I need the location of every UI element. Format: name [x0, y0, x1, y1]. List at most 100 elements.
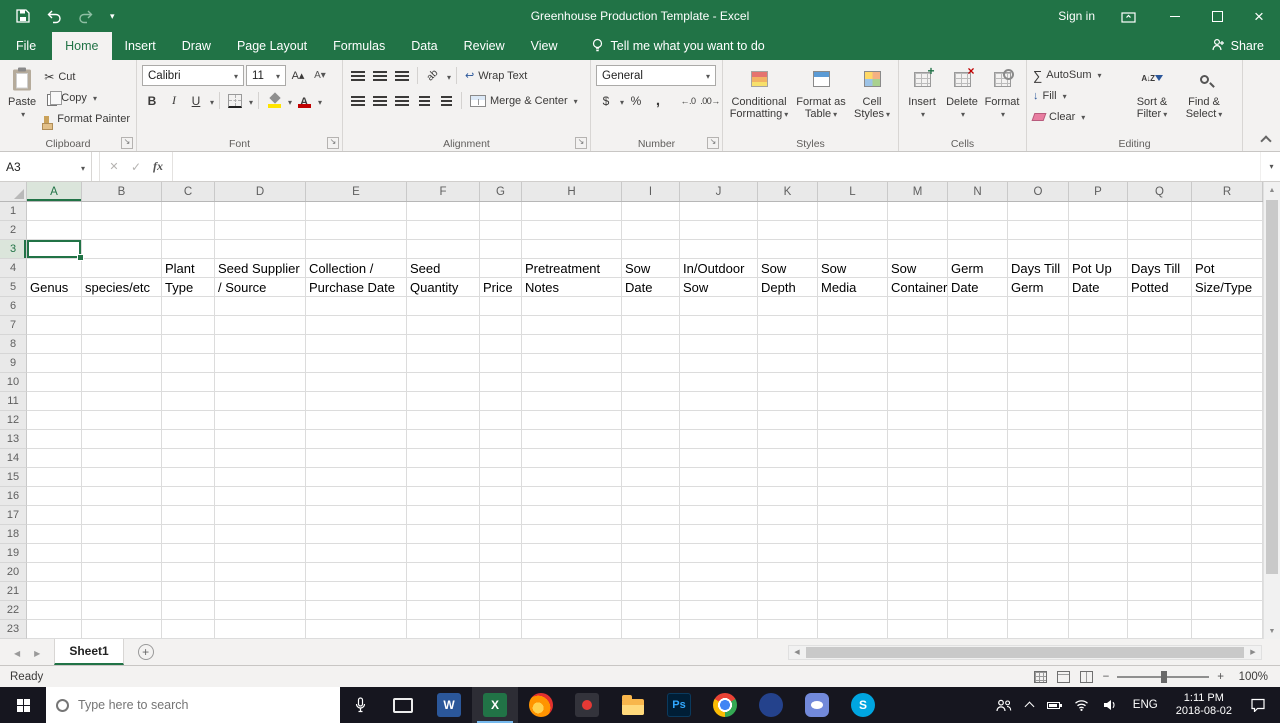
cell-H2[interactable] [522, 221, 622, 240]
undo-icon[interactable] [46, 9, 62, 24]
cell-E7[interactable] [306, 316, 407, 335]
tab-insert[interactable]: Insert [112, 32, 169, 60]
col-header-F[interactable]: F [407, 182, 480, 201]
cell-F9[interactable] [407, 354, 480, 373]
select-all-corner[interactable] [0, 182, 27, 201]
cell-N15[interactable] [948, 468, 1008, 487]
cell-K22[interactable] [758, 601, 818, 620]
cell-L12[interactable] [818, 411, 888, 430]
copy-button[interactable]: Copy [41, 88, 133, 108]
cell-I15[interactable] [622, 468, 680, 487]
cell-J4[interactable]: In/Outdoor [680, 259, 758, 278]
cell-O8[interactable] [1008, 335, 1069, 354]
cell-P23[interactable] [1069, 620, 1128, 639]
zoom-in-icon[interactable] [1217, 671, 1224, 683]
cell-L3[interactable] [818, 240, 888, 259]
cell-P18[interactable] [1069, 525, 1128, 544]
cell-L20[interactable] [818, 563, 888, 582]
scroll-up-icon[interactable] [1264, 182, 1280, 198]
cell-L8[interactable] [818, 335, 888, 354]
cell-styles-button[interactable]: Cell Styles [850, 63, 894, 123]
cell-M6[interactable] [888, 297, 948, 316]
cell-B15[interactable] [82, 468, 162, 487]
cell-A5[interactable]: Genus [27, 278, 82, 297]
conditional-formatting-button[interactable]: Conditional Formatting [726, 63, 792, 123]
cell-G19[interactable] [480, 544, 522, 563]
col-header-I[interactable]: I [622, 182, 680, 201]
row-header-20[interactable]: 20 [0, 563, 27, 582]
cell-K23[interactable] [758, 620, 818, 639]
cell-H23[interactable] [522, 620, 622, 639]
vertical-scroll-thumb[interactable] [1266, 200, 1278, 574]
cell-B17[interactable] [82, 506, 162, 525]
col-header-E[interactable]: E [306, 182, 407, 201]
cell-R3[interactable] [1192, 240, 1263, 259]
cell-C16[interactable] [162, 487, 215, 506]
cell-P1[interactable] [1069, 202, 1128, 221]
col-header-G[interactable]: G [480, 182, 522, 201]
cell-M15[interactable] [888, 468, 948, 487]
cell-F3[interactable] [407, 240, 480, 259]
col-header-H[interactable]: H [522, 182, 622, 201]
new-sheet-button[interactable] [137, 639, 154, 665]
cell-R5[interactable]: Size/Type [1192, 278, 1263, 297]
cell-D23[interactable] [215, 620, 306, 639]
row-header-7[interactable]: 7 [0, 316, 27, 335]
cell-Q5[interactable]: Potted [1128, 278, 1192, 297]
cell-D6[interactable] [215, 297, 306, 316]
cell-F11[interactable] [407, 392, 480, 411]
row-header-6[interactable]: 6 [0, 297, 27, 316]
cell-C23[interactable] [162, 620, 215, 639]
cell-E15[interactable] [306, 468, 407, 487]
clear-button[interactable]: Clear [1030, 107, 1126, 127]
font-name-combo[interactable]: Calibri [142, 65, 244, 86]
page-break-view-icon[interactable] [1079, 670, 1093, 683]
cell-F21[interactable] [407, 582, 480, 601]
cell-A15[interactable] [27, 468, 82, 487]
cell-R11[interactable] [1192, 392, 1263, 411]
cell-R17[interactable] [1192, 506, 1263, 525]
cell-M7[interactable] [888, 316, 948, 335]
cell-R16[interactable] [1192, 487, 1263, 506]
cell-P21[interactable] [1069, 582, 1128, 601]
cell-L13[interactable] [818, 430, 888, 449]
cell-N10[interactable] [948, 373, 1008, 392]
cell-H10[interactable] [522, 373, 622, 392]
decrease-indent-button[interactable] [414, 91, 434, 111]
cell-O12[interactable] [1008, 411, 1069, 430]
tab-page-layout[interactable]: Page Layout [224, 32, 320, 60]
cell-B2[interactable] [82, 221, 162, 240]
col-header-M[interactable]: M [888, 182, 948, 201]
bottom-align-button[interactable] [392, 66, 412, 86]
cell-E1[interactable] [306, 202, 407, 221]
cell-P12[interactable] [1069, 411, 1128, 430]
cell-E11[interactable] [306, 392, 407, 411]
cell-O21[interactable] [1008, 582, 1069, 601]
col-header-C[interactable]: C [162, 182, 215, 201]
find-select-button[interactable]: Find & Select [1178, 63, 1230, 123]
horizontal-scrollbar[interactable] [788, 644, 1262, 660]
cell-R7[interactable] [1192, 316, 1263, 335]
cell-C8[interactable] [162, 335, 215, 354]
tab-draw[interactable]: Draw [169, 32, 224, 60]
row-header-8[interactable]: 8 [0, 335, 27, 354]
cell-D22[interactable] [215, 601, 306, 620]
cell-D13[interactable] [215, 430, 306, 449]
cell-K2[interactable] [758, 221, 818, 240]
maximize-button[interactable] [1196, 0, 1238, 32]
cell-D4[interactable]: Seed Supplier [215, 259, 306, 278]
align-right-button[interactable] [392, 91, 412, 111]
cell-P15[interactable] [1069, 468, 1128, 487]
cell-G2[interactable] [480, 221, 522, 240]
cell-M21[interactable] [888, 582, 948, 601]
insert-function-button[interactable] [148, 157, 168, 177]
cell-F23[interactable] [407, 620, 480, 639]
row-header-4[interactable]: 4 [0, 259, 27, 278]
skype-icon[interactable]: S [840, 687, 886, 723]
cell-M12[interactable] [888, 411, 948, 430]
cell-A12[interactable] [27, 411, 82, 430]
cell-N12[interactable] [948, 411, 1008, 430]
cell-B19[interactable] [82, 544, 162, 563]
row-header-12[interactable]: 12 [0, 411, 27, 430]
cell-G12[interactable] [480, 411, 522, 430]
